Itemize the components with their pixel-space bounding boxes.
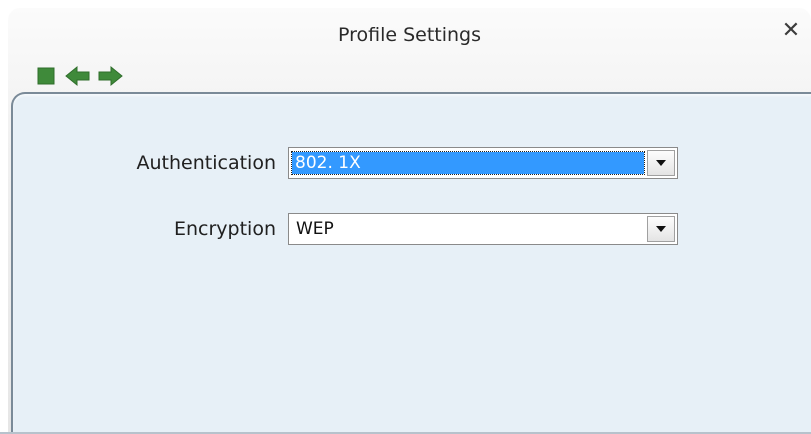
arrow-right-icon [98,65,123,87]
back-button[interactable] [64,62,92,90]
window-title: Profile Settings [337,24,482,46]
close-button[interactable]: ✕ [778,18,804,44]
encryption-row: Encryption WEP [100,212,678,246]
stop-icon [37,67,55,85]
authentication-dropdown-button[interactable] [647,150,675,176]
forward-button[interactable] [96,62,124,90]
encryption-value: WEP [296,219,334,239]
close-icon: ✕ [781,18,801,43]
encryption-dropdown-button[interactable] [647,216,675,242]
authentication-row: Authentication 802. 1X [100,146,678,180]
authentication-label: Authentication [136,152,276,174]
authentication-value: 802. 1X [291,151,645,175]
settings-panel [11,92,811,434]
authentication-select[interactable]: 802. 1X [288,147,678,179]
chevron-down-icon [656,226,666,232]
stop-button[interactable] [32,62,60,90]
encryption-label: Encryption [173,218,276,240]
encryption-select[interactable]: WEP [288,213,678,245]
chevron-down-icon [656,160,666,166]
toolbar [32,62,128,90]
arrow-left-icon [65,65,90,87]
